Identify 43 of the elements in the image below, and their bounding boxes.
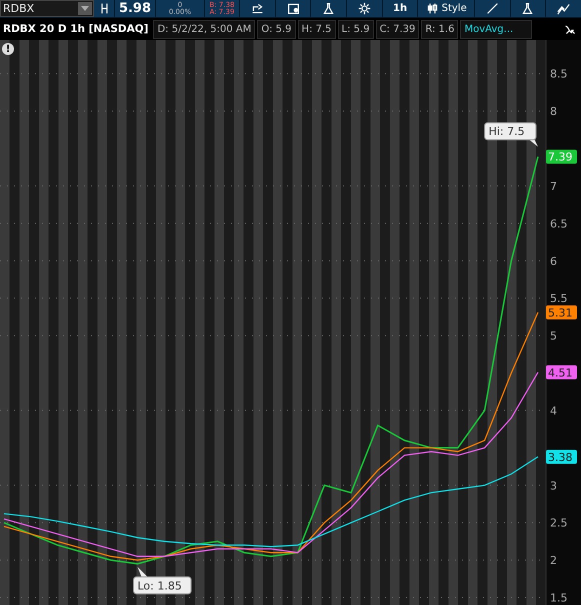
price-badge: 5.31	[546, 305, 577, 320]
axis-label: 4	[550, 404, 557, 418]
axis-label: 3	[550, 479, 557, 492]
quote-field: L: 5.9	[338, 20, 374, 38]
axis-label: 7	[550, 180, 557, 193]
price-callout: Hi: 7.5	[484, 122, 538, 147]
interval-button[interactable]: 1h	[382, 0, 418, 17]
price-badge: 4.51	[546, 365, 577, 380]
candlestick-icon	[426, 2, 439, 15]
price-badge: 3.38	[546, 450, 577, 464]
axis-label: 8	[550, 105, 557, 118]
collapse-icon	[564, 22, 577, 36]
quote-field: H: 7.5	[298, 20, 336, 38]
calendar-icon	[286, 2, 300, 15]
symbol-field[interactable]: RDBX	[0, 0, 94, 17]
axis-label: 8.5	[550, 68, 568, 81]
price-callout: Lo: 1.85	[133, 566, 192, 594]
chart-title: RDBX 20 D 1h [NASDAQ]	[2, 23, 150, 35]
axis-label: 5.5	[550, 292, 568, 306]
line-icon	[486, 2, 499, 15]
annotation: Hi: 7.5	[488, 125, 525, 138]
axis-label: 6.5	[550, 217, 568, 230]
axis-label: 1.5	[550, 592, 568, 605]
axis-label: 6	[550, 254, 557, 268]
axis-label: 2	[550, 554, 557, 568]
quote-field: C: 7.39	[376, 20, 420, 38]
collapse-button[interactable]	[564, 22, 577, 36]
flask-icon	[322, 2, 336, 15]
symbol-text: RDBX	[3, 2, 34, 15]
annotation: Lo: 1.85	[138, 579, 182, 592]
share-icon	[250, 2, 264, 15]
quote-field: R: 1.6	[421, 20, 458, 38]
quote-field: O: 5.9	[257, 20, 296, 38]
axis-label: 5	[550, 330, 557, 343]
quote-field: D: 5/2/22, 5:00 AM	[153, 20, 256, 38]
settings-icon	[358, 2, 371, 15]
price-badge: 7.39	[546, 150, 577, 164]
study-link[interactable]: MovAvg...	[460, 20, 532, 38]
chart-icon	[557, 2, 570, 15]
axis-label: 2.5	[550, 516, 568, 530]
style-button[interactable]: Style	[418, 0, 475, 17]
flask-icon	[521, 2, 534, 15]
last-price: 5.98	[118, 1, 152, 16]
